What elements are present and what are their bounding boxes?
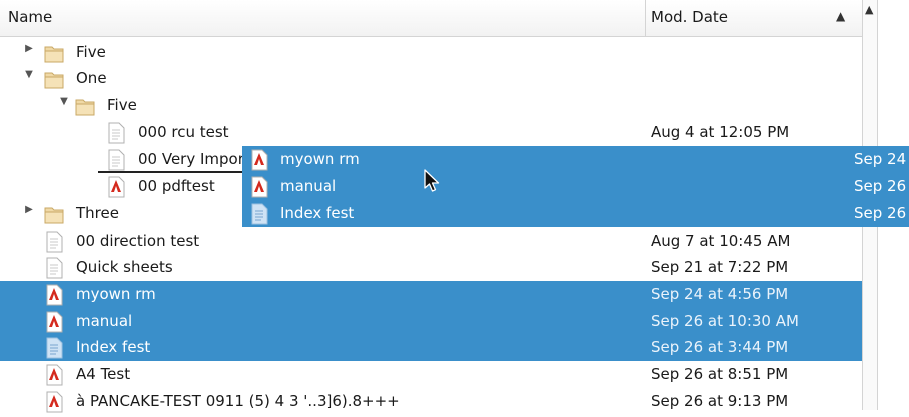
- drag-preview: myown rm Sep 24 manual Sep 26 Index fest Sep …: [242, 146, 909, 227]
- file-name: Index fest: [76, 338, 151, 356]
- drag-preview-date: Sep 26: [854, 177, 907, 195]
- file-row[interactable]: à PANCAKE-TEST 0911 (5) 4 3 '..3]6).8+++…: [0, 388, 862, 415]
- drag-preview-date: Sep 24: [854, 150, 907, 168]
- modified-date: Aug 4 at 12:05 PM: [651, 123, 790, 141]
- scroll-up-arrow-icon[interactable]: ▲: [865, 3, 873, 16]
- file-name: Five: [107, 96, 137, 114]
- file-row[interactable]: ▼ One: [0, 65, 862, 92]
- pdf-file-icon: [44, 284, 64, 306]
- name-column-header[interactable]: Name: [8, 8, 52, 26]
- drag-preview-row: Index fest Sep 26: [242, 200, 909, 227]
- file-name: A4 Test: [76, 365, 131, 383]
- drop-indicator-line: [98, 171, 244, 173]
- document-icon: [44, 231, 64, 253]
- file-row[interactable]: ▶ Five: [0, 39, 862, 66]
- file-row[interactable]: Quick sheets Sep 21 at 7:22 PM: [0, 254, 862, 281]
- modified-date: Sep 26 at 3:44 PM: [651, 338, 789, 356]
- disclosure-collapsed-icon[interactable]: ▶: [22, 43, 36, 54]
- column-header: Name Mod. Date ▲: [0, 0, 862, 37]
- modified-date: Aug 7 at 10:45 AM: [651, 232, 791, 250]
- file-row[interactable]: A4 Test Sep 26 at 8:51 PM: [0, 361, 862, 388]
- pdf-file-icon: [44, 311, 64, 333]
- modified-date: Sep 26 at 10:30 AM: [651, 312, 799, 330]
- folder-icon: [44, 203, 64, 225]
- pdf-file-icon: [249, 176, 269, 198]
- file-name: Five: [76, 43, 106, 61]
- folder-icon: [44, 68, 64, 90]
- document-icon: [44, 337, 64, 359]
- file-name: Three: [76, 204, 119, 222]
- drag-preview-name: myown rm: [280, 150, 360, 168]
- document-icon: [249, 203, 269, 225]
- file-name: Quick sheets: [76, 258, 173, 276]
- mouse-pointer-icon: [424, 169, 440, 192]
- pdf-file-icon: [44, 364, 64, 386]
- file-name: myown rm: [76, 285, 156, 303]
- drag-preview-name: manual: [280, 177, 337, 195]
- drag-preview-row: myown rm Sep 24: [242, 146, 909, 173]
- column-divider[interactable]: [645, 0, 646, 36]
- disclosure-expanded-icon[interactable]: ▼: [57, 96, 71, 107]
- file-row[interactable]: manual Sep 26 at 10:30 AM: [0, 308, 862, 335]
- sort-ascending-icon[interactable]: ▲: [836, 9, 845, 23]
- file-row[interactable]: myown rm Sep 24 at 4:56 PM: [0, 281, 862, 308]
- modified-date: Sep 24 at 4:56 PM: [651, 285, 789, 303]
- modified-date: Sep 21 at 7:22 PM: [651, 258, 789, 276]
- file-row[interactable]: Index fest Sep 26 at 3:44 PM: [0, 334, 862, 361]
- file-name: One: [76, 69, 107, 87]
- drag-preview-row: manual Sep 26: [242, 173, 909, 200]
- document-icon: [44, 257, 64, 279]
- folder-icon: [44, 42, 64, 64]
- file-row[interactable]: ▼ Five: [0, 92, 862, 119]
- document-icon: [106, 122, 126, 144]
- file-name: 00 pdftest: [138, 177, 215, 195]
- drag-preview-date: Sep 26: [854, 204, 907, 222]
- mod-date-column-header[interactable]: Mod. Date: [651, 8, 728, 26]
- folder-icon: [75, 95, 95, 117]
- modified-date: Sep 26 at 8:51 PM: [651, 365, 789, 383]
- disclosure-collapsed-icon[interactable]: ▶: [22, 204, 36, 215]
- file-name: 000 rcu test: [138, 123, 229, 141]
- file-row[interactable]: 000 rcu test Aug 4 at 12:05 PM: [0, 119, 862, 146]
- file-row[interactable]: 00 direction test Aug 7 at 10:45 AM: [0, 228, 862, 255]
- modified-date: Sep 26 at 9:13 PM: [651, 392, 789, 410]
- drag-preview-name: Index fest: [280, 204, 355, 222]
- disclosure-expanded-icon[interactable]: ▼: [22, 69, 36, 80]
- pdf-file-icon: [249, 149, 269, 171]
- pdf-file-icon: [106, 176, 126, 198]
- file-name: à PANCAKE-TEST 0911 (5) 4 3 '..3]6).8+++: [76, 392, 400, 410]
- document-icon: [106, 149, 126, 171]
- file-name: manual: [76, 312, 133, 330]
- file-name: 00 direction test: [76, 232, 200, 250]
